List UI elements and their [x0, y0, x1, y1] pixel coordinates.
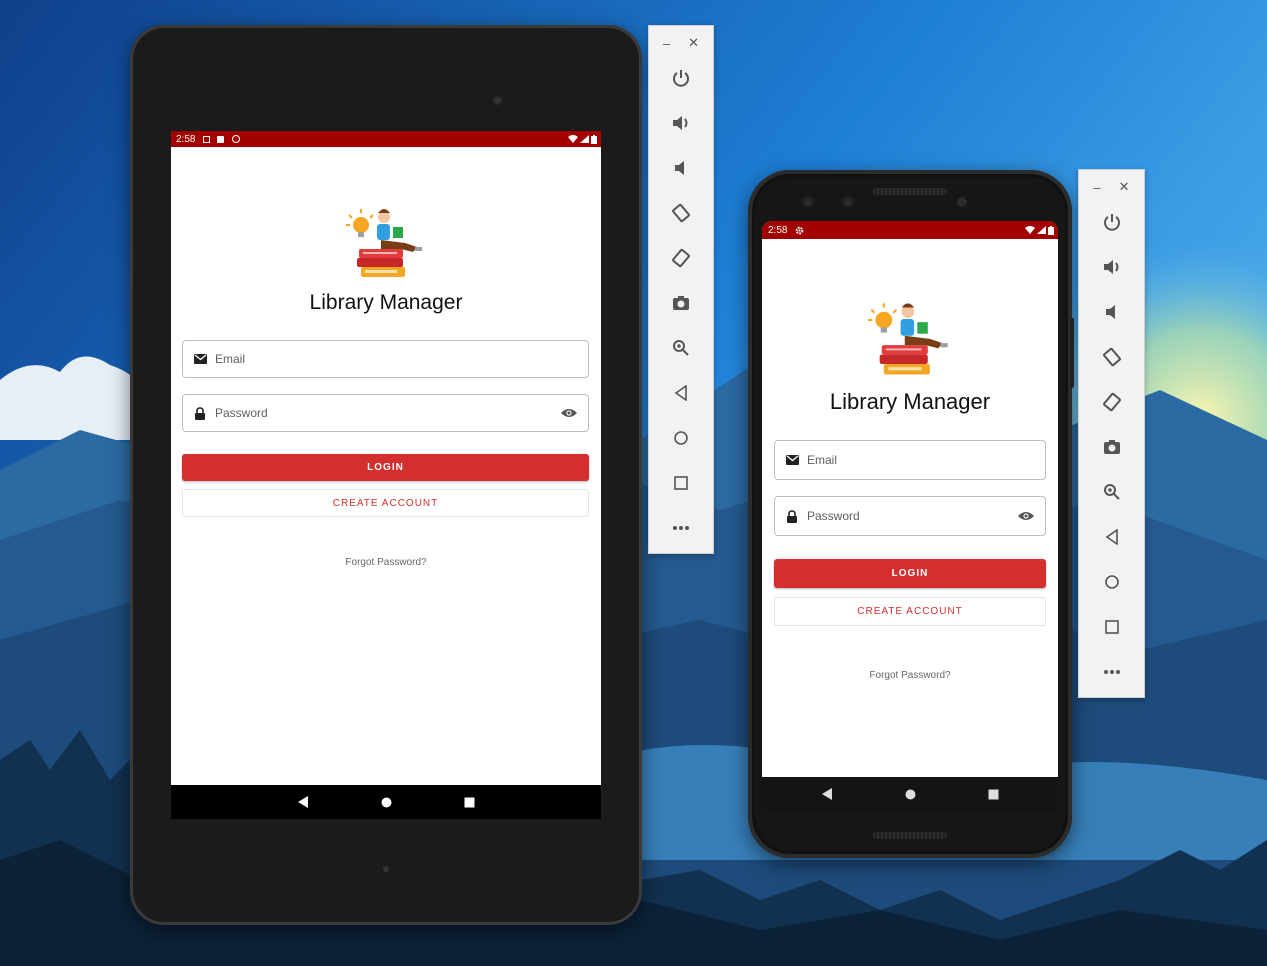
mail-icon	[785, 453, 799, 467]
wifi-icon	[1025, 226, 1035, 234]
signal-icon	[580, 135, 589, 143]
lock-icon	[785, 509, 799, 523]
password-field[interactable]	[774, 496, 1046, 536]
phone-front-camera	[801, 195, 815, 209]
zoom-icon[interactable]	[1079, 479, 1144, 505]
forgot-password-link[interactable]: Forgot Password?	[762, 670, 1058, 681]
phone-side-button	[1070, 318, 1074, 388]
recents-icon[interactable]	[464, 797, 475, 808]
home-icon[interactable]	[905, 789, 916, 800]
battery-icon	[591, 134, 597, 144]
rotate-right-icon[interactable]	[649, 245, 713, 271]
back-icon[interactable]	[1079, 524, 1144, 550]
more-icon[interactable]	[649, 515, 713, 541]
email-field[interactable]	[774, 440, 1046, 480]
app-title: Library Manager	[829, 389, 991, 414]
library-logo	[868, 303, 948, 375]
navigation-bar	[762, 777, 1058, 811]
wifi-icon	[568, 135, 578, 143]
window-controls: – ✕	[1079, 170, 1144, 204]
home-icon[interactable]	[1079, 569, 1144, 595]
sync-icon	[232, 135, 241, 143]
tablet-screen: 2:58 Library Manager Email LOGIN CREATE …	[171, 131, 601, 819]
more-icon[interactable]	[1079, 659, 1144, 685]
status-time: 2:58	[176, 133, 196, 145]
zoom-icon[interactable]	[649, 335, 713, 361]
notification-icon	[203, 135, 211, 143]
login-button[interactable]: LOGIN	[182, 454, 589, 481]
volume-up-icon[interactable]	[649, 110, 713, 136]
phone-emulator-toolbar: – ✕	[1078, 169, 1145, 698]
minimize-icon[interactable]: –	[1093, 180, 1100, 195]
email-input[interactable]	[807, 453, 1045, 467]
library-logo	[346, 209, 422, 277]
visibility-toggle-icon[interactable]	[560, 406, 578, 420]
create-account-button[interactable]: CREATE ACCOUNT	[774, 597, 1046, 626]
tablet-microphone	[383, 866, 389, 872]
close-icon[interactable]: ✕	[1119, 179, 1130, 195]
email-input[interactable]	[215, 352, 588, 366]
status-bar: 2:58	[171, 131, 601, 147]
power-icon[interactable]	[1079, 209, 1144, 235]
lock-icon	[193, 406, 207, 420]
phone-top-speaker	[873, 188, 947, 195]
home-icon[interactable]	[381, 797, 392, 808]
signal-icon	[1037, 226, 1046, 234]
login-button[interactable]: LOGIN	[774, 559, 1046, 588]
camera-icon[interactable]	[1079, 434, 1144, 460]
overview-icon[interactable]	[1079, 614, 1144, 640]
minimize-icon[interactable]: –	[663, 36, 670, 51]
tablet-emulator-toolbar: – ✕	[648, 25, 714, 554]
rotate-left-icon[interactable]	[1079, 344, 1144, 370]
back-icon[interactable]	[649, 380, 713, 406]
phone-sensor	[957, 197, 967, 207]
create-account-button[interactable]: CREATE ACCOUNT	[182, 489, 589, 517]
phone-screen: 2:58 Library Manager Email LOGIN CREATE …	[762, 221, 1058, 811]
recents-icon[interactable]	[988, 789, 999, 800]
visibility-toggle-icon[interactable]	[1017, 509, 1035, 523]
window-controls: – ✕	[649, 26, 713, 60]
status-time: 2:58	[768, 224, 788, 236]
status-bar: 2:58	[762, 221, 1058, 239]
volume-up-icon[interactable]	[1079, 254, 1144, 280]
home-icon[interactable]	[649, 425, 713, 451]
volume-down-icon[interactable]	[649, 155, 713, 181]
password-field[interactable]	[182, 394, 589, 432]
forgot-password-link[interactable]: Forgot Password?	[171, 557, 601, 568]
settings-gear-icon	[796, 226, 804, 234]
email-field[interactable]	[182, 340, 589, 378]
rotate-right-icon[interactable]	[1079, 389, 1144, 415]
sd-card-icon	[217, 135, 225, 143]
rotate-left-icon[interactable]	[649, 200, 713, 226]
overview-icon[interactable]	[649, 470, 713, 496]
phone-front-camera-2	[841, 195, 855, 209]
volume-down-icon[interactable]	[1079, 299, 1144, 325]
password-input[interactable]	[807, 509, 1017, 523]
navigation-bar	[171, 785, 601, 819]
password-input[interactable]	[215, 406, 560, 420]
back-icon[interactable]	[821, 788, 833, 800]
back-icon[interactable]	[297, 796, 309, 808]
phone-bottom-speaker	[873, 832, 947, 839]
power-icon[interactable]	[649, 65, 713, 91]
tablet-camera	[492, 95, 503, 106]
app-title: Library Manager	[309, 291, 463, 314]
camera-icon[interactable]	[649, 290, 713, 316]
battery-icon	[1048, 225, 1054, 235]
close-icon[interactable]: ✕	[688, 35, 699, 51]
mail-icon	[193, 352, 207, 366]
